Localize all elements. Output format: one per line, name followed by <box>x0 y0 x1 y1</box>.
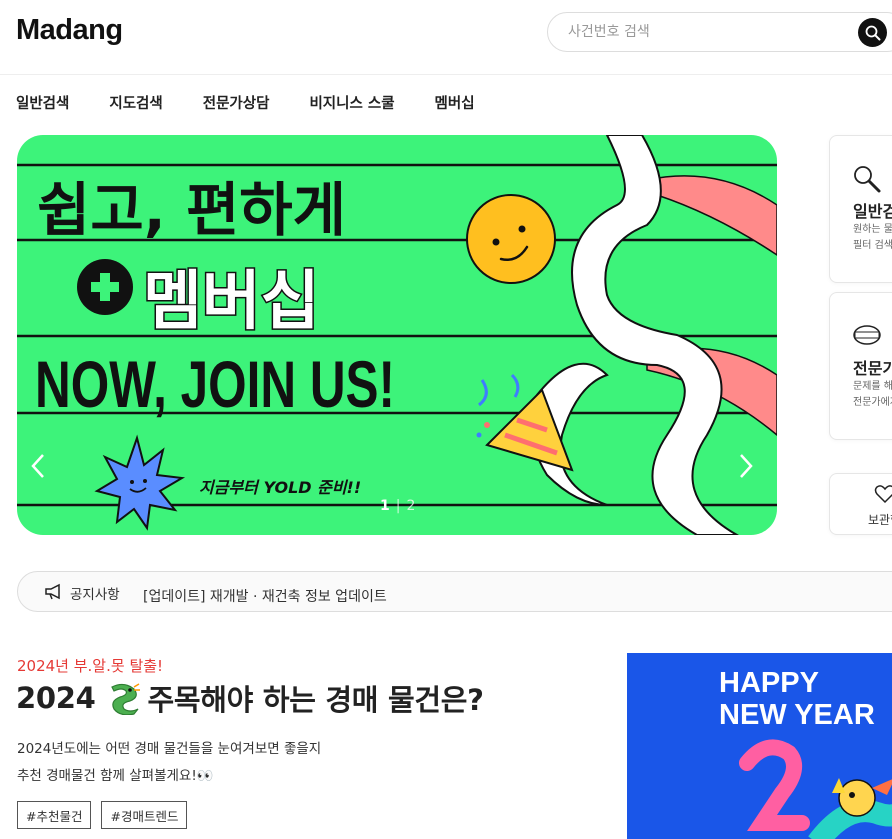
card-desc: 전문가에게 <box>853 397 892 408</box>
chevron-left-icon <box>31 454 44 478</box>
side-card-general-search[interactable]: 일반검색 원하는 물건을 필터 검색 <box>829 135 892 283</box>
site-header: Madang <box>0 0 892 75</box>
banner-next-button[interactable] <box>739 453 763 487</box>
hero-banner[interactable]: 쉽고, 편하게 멤버십 NOW, JOIN US! 지금부터 YOLD 준비!! <box>17 135 777 535</box>
search-button[interactable] <box>858 18 887 47</box>
card-title: 전문가 <box>853 359 892 378</box>
search-bar <box>547 12 892 52</box>
card-desc: 원하는 물건을 <box>853 224 892 235</box>
starburst-icon <box>94 434 186 531</box>
banner-pager: 1 | 2 <box>380 498 415 514</box>
nav-item-business-school[interactable]: 비지니스 스쿨 <box>309 92 394 118</box>
article-tags: #추천물건 #경매트렌드 <box>17 801 188 829</box>
banner-membership: 멤버십 <box>143 265 320 339</box>
notice-label: 공지사항 <box>70 587 120 603</box>
logo[interactable]: Madang <box>16 14 123 47</box>
main-nav: 일반검색 지도검색 전문가상담 비지니스 스쿨 멤버십 <box>16 92 515 118</box>
article-desc-line: 추천 경매물건 함께 살펴볼게요!👀 <box>17 768 214 784</box>
side-card-expert[interactable]: 전문가 문제를 해결 전문가에게 <box>829 292 892 440</box>
banner-headline: 쉽고, 편하게 <box>37 176 346 244</box>
tag-recommended[interactable]: #추천물건 <box>17 801 92 829</box>
expert-badge-icon <box>853 325 881 345</box>
magnifier-icon <box>854 166 881 193</box>
search-icon <box>865 25 880 40</box>
new-year-artwork <box>739 739 892 839</box>
article-title-text: 주목해야 하는 경매 물건은? <box>147 683 484 717</box>
nav-item-map-search[interactable]: 지도검색 <box>109 92 162 118</box>
promo-text: HAPPY NEW YEAR <box>719 667 875 731</box>
smiley-sun-icon <box>466 194 556 284</box>
search-input[interactable] <box>568 21 828 43</box>
tag-auction-trend[interactable]: #경매트렌드 <box>101 801 188 829</box>
favorites-button[interactable]: 보관함 <box>829 473 892 535</box>
nav-item-expert-consult[interactable]: 전문가상담 <box>203 92 270 118</box>
promo-line: NEW YEAR <box>719 699 875 731</box>
pager-separator: | <box>395 498 401 514</box>
favorites-label: 보관함 <box>868 513 892 527</box>
pager-current: 1 <box>380 498 390 514</box>
nav-item-general-search[interactable]: 일반검색 <box>16 92 69 118</box>
dragon-icon <box>110 683 140 715</box>
notice-bar[interactable]: 공지사항 [업데이트] 재개발 · 재건축 정보 업데이트 <box>17 571 892 612</box>
nav-item-membership[interactable]: 멤버십 <box>435 92 475 118</box>
chevron-right-icon <box>740 454 753 478</box>
article-title-year: 2024 <box>16 681 96 715</box>
card-desc: 문제를 해결 <box>853 381 892 392</box>
heart-icon <box>874 485 892 504</box>
card-title: 일반검색 <box>853 202 892 221</box>
megaphone-icon <box>45 583 60 600</box>
pager-total: 2 <box>406 498 416 514</box>
banner-subline: 지금부터 YOLD 준비!! <box>199 478 361 497</box>
article-desc-line: 2024년도에는 어떤 경매 물건들을 눈여겨보면 좋을지 <box>17 741 322 757</box>
article-title[interactable]: 2024 주목해야 하는 경매 물건은? <box>16 677 484 719</box>
plus-circle-icon <box>77 259 133 315</box>
banner-artwork: 쉽고, 편하게 멤버십 NOW, JOIN US! 지금부터 YOLD 준비!! <box>17 135 777 535</box>
promo-line: HAPPY <box>719 667 819 699</box>
card-desc: 필터 검색 <box>853 240 892 251</box>
article-kicker: 2024년 부.알.못 탈출! <box>17 657 164 675</box>
promo-thumbnail[interactable]: HAPPY NEW YEAR <box>627 653 892 839</box>
banner-tagline: NOW, JOIN US! <box>35 347 395 421</box>
notice-text[interactable]: [업데이트] 재개발 · 재건축 정보 업데이트 <box>143 586 387 606</box>
banner-prev-button[interactable] <box>31 453 55 487</box>
